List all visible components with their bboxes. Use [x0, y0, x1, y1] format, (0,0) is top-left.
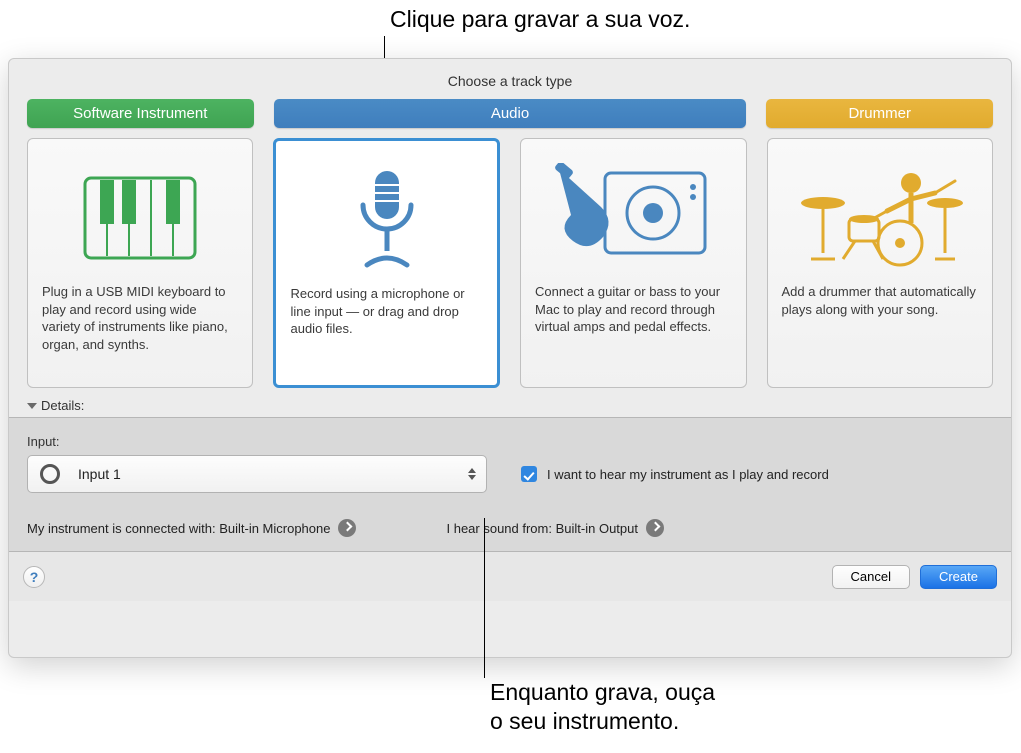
help-button[interactable]: ? — [23, 566, 45, 588]
monitor-label: I want to hear my instrument as I play a… — [547, 467, 829, 482]
details-label: Details: — [41, 398, 84, 413]
microphone-icon — [290, 155, 483, 285]
tab-software-instrument[interactable]: Software Instrument — [27, 99, 254, 128]
card-desc: Connect a guitar or bass to your Mac to … — [535, 283, 731, 336]
track-type-dialog: Choose a track type Software Instrument … — [8, 58, 1012, 658]
input-channel-icon — [40, 464, 60, 484]
disclosure-triangle-icon — [27, 403, 37, 409]
tab-drummer[interactable]: Drummer — [766, 99, 993, 128]
connected-with-label: My instrument is connected with: Built-i… — [27, 521, 330, 536]
hear-sound-detail-button[interactable] — [646, 519, 664, 537]
hear-sound-label: I hear sound from: Built-in Output — [446, 521, 638, 536]
keyboard-icon — [42, 153, 238, 283]
drummer-icon — [782, 153, 978, 283]
card-drummer[interactable]: Add a drummer that automatically plays a… — [767, 138, 993, 388]
card-desc: Record using a microphone or line input … — [290, 285, 483, 338]
tab-audio[interactable]: Audio — [274, 99, 747, 128]
track-type-cards: Plug in a USB MIDI keyboard to play and … — [9, 128, 1011, 388]
create-button[interactable]: Create — [920, 565, 997, 589]
guitar-amp-icon — [535, 153, 731, 283]
callout-top: Clique para gravar a sua voz. — [390, 6, 690, 33]
connected-with-detail-button[interactable] — [338, 519, 356, 537]
dropdown-arrows-icon — [468, 466, 476, 482]
dialog-title: Choose a track type — [9, 59, 1011, 99]
callout-bottom: Enquanto grava, ouça o seu instrumento. — [490, 678, 715, 736]
card-desc: Add a drummer that automatically plays a… — [782, 283, 978, 318]
callout-line-bottom — [484, 518, 485, 678]
track-type-tabs: Software Instrument Audio Drummer — [9, 99, 1011, 128]
details-panel: Input: Input 1 I want to hear my instrum… — [9, 417, 1011, 551]
input-select-value: Input 1 — [78, 466, 121, 482]
cancel-button[interactable]: Cancel — [832, 565, 910, 589]
monitor-checkbox[interactable] — [521, 466, 537, 482]
card-guitar[interactable]: Connect a guitar or bass to your Mac to … — [520, 138, 746, 388]
dialog-footer: ? Cancel Create — [9, 551, 1011, 601]
input-label: Input: — [27, 434, 993, 449]
card-desc: Plug in a USB MIDI keyboard to play and … — [42, 283, 238, 353]
card-microphone[interactable]: Record using a microphone or line input … — [273, 138, 500, 388]
card-software-instrument[interactable]: Plug in a USB MIDI keyboard to play and … — [27, 138, 253, 388]
input-select[interactable]: Input 1 — [27, 455, 487, 493]
details-disclosure[interactable]: Details: — [9, 388, 1011, 417]
